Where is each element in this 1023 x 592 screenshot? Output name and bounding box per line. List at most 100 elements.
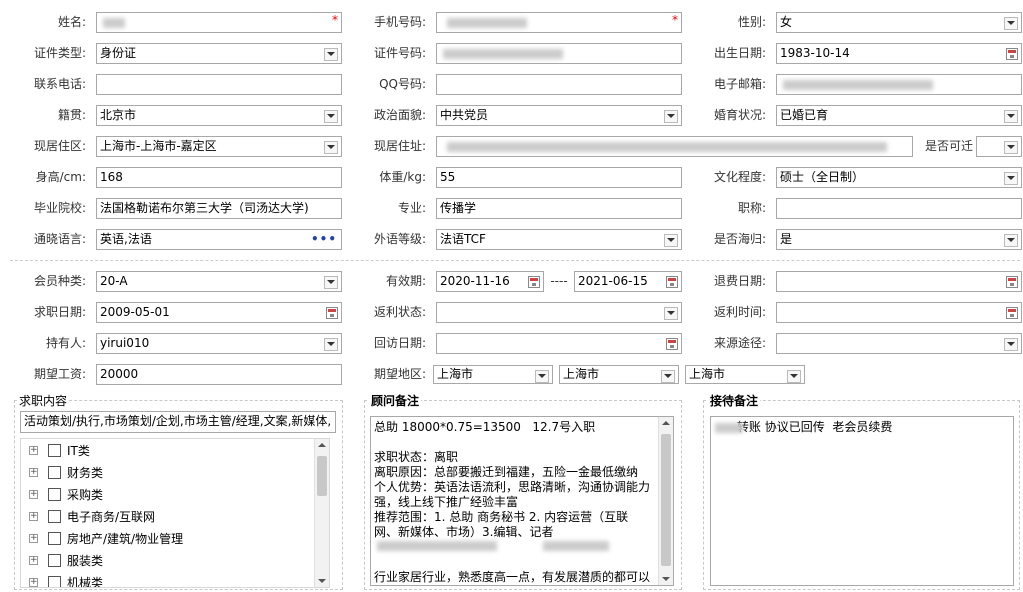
region-province-value: 上海市	[437, 367, 474, 381]
marital-select[interactable]: 已婚已育	[776, 105, 1022, 126]
advisor-notes-scrollbar[interactable]	[658, 417, 673, 585]
region-district-select[interactable]: 上海市	[685, 365, 805, 384]
relocate-select[interactable]	[976, 136, 1022, 157]
chevron-down-icon	[1007, 238, 1015, 242]
valid-to-field[interactable]: 2021-06-15	[574, 271, 682, 292]
birth-date-field[interactable]: 1983-10-14	[776, 43, 1022, 64]
scroll-down-icon[interactable]	[662, 577, 670, 581]
name-field[interactable]: *	[96, 12, 342, 33]
refund-date-field[interactable]	[776, 271, 1022, 292]
scroll-up-icon[interactable]	[662, 421, 670, 425]
expand-icon[interactable]: +	[29, 468, 38, 477]
id-type-value: 身份证	[100, 46, 137, 60]
expand-icon[interactable]: +	[29, 446, 38, 455]
calendar-icon[interactable]	[1006, 48, 1018, 60]
qq-field[interactable]	[436, 74, 682, 95]
category-checkbox[interactable]	[48, 576, 61, 587]
calendar-icon[interactable]	[1006, 307, 1018, 319]
expand-icon[interactable]: +	[29, 490, 38, 499]
category-checkbox[interactable]	[48, 488, 61, 501]
rebate-time-label: 返利时间:	[713, 305, 766, 319]
overseas-select[interactable]: 是	[776, 229, 1022, 250]
gender-select[interactable]: 女	[776, 12, 1022, 33]
chevron-down-icon	[1007, 21, 1015, 25]
tree-item-label: IT类	[67, 444, 90, 458]
job-tree: + IT类 + 财务类 + 采购类 + 电子商务/互联网 + 房地产/建筑/物业管理 + 服装类 + 机械…	[20, 438, 330, 588]
holder-select[interactable]: yirui010	[96, 333, 342, 354]
scroll-thumb[interactable]	[661, 434, 671, 566]
expand-icon[interactable]: +	[29, 556, 38, 565]
expand-icon[interactable]: +	[29, 534, 38, 543]
address-label: 现居住址:	[373, 139, 426, 153]
calendar-icon[interactable]	[1006, 276, 1018, 288]
phone-field[interactable]: *	[436, 12, 682, 33]
weight-field[interactable]: 55	[436, 167, 682, 188]
job-summary-field[interactable]: 活动策划/执行,市场策划/企划,市场主管/经理,文案,新媒体,	[20, 411, 336, 433]
region-province-select[interactable]: 上海市	[433, 365, 553, 384]
rebate-status-select[interactable]	[436, 302, 682, 323]
school-field[interactable]: 法国格勒诺布尔第三大学（司汤达大学)	[96, 198, 342, 219]
category-checkbox[interactable]	[48, 554, 61, 567]
political-select[interactable]: 中共党员	[436, 105, 682, 126]
qq-label: QQ号码:	[379, 77, 426, 91]
gender-value: 女	[780, 15, 793, 29]
valid-from-value: 2020-11-16	[440, 274, 510, 288]
height-value: 168	[100, 170, 123, 184]
major-field[interactable]: 传播学	[436, 198, 682, 219]
calendar-icon[interactable]	[666, 338, 678, 350]
address-field[interactable]	[436, 136, 913, 157]
category-checkbox[interactable]	[48, 466, 61, 479]
job-date-field[interactable]: 2009-05-01	[96, 302, 342, 323]
native-select[interactable]: 北京市	[96, 105, 342, 126]
calendar-icon[interactable]	[326, 307, 338, 319]
advisor-notes-textarea[interactable]: 总助 18000*0.75=13500 12.7号入职 求职状态：离职 离职原因…	[370, 416, 674, 586]
scroll-thumb[interactable]	[317, 456, 327, 496]
salary-field[interactable]: 20000	[96, 364, 342, 385]
rebate-time-field[interactable]	[776, 302, 1022, 323]
redacted-text	[715, 423, 743, 433]
required-mark: *	[332, 13, 338, 27]
chevron-down-icon	[327, 52, 335, 56]
valid-from-field[interactable]: 2020-11-16	[436, 271, 544, 292]
job-date-label: 求职日期:	[33, 305, 86, 319]
id-type-select[interactable]: 身份证	[96, 43, 342, 64]
id-number-field[interactable]	[436, 43, 682, 64]
height-field[interactable]: 168	[96, 167, 342, 188]
languages-field[interactable]: 英语,法语 •••	[96, 229, 342, 250]
category-checkbox[interactable]	[48, 532, 61, 545]
residence-area-select[interactable]: 上海市-上海市-嘉定区	[96, 136, 342, 157]
member-type-select[interactable]: 20-A	[96, 271, 342, 292]
email-field[interactable]	[776, 74, 1022, 95]
title-field[interactable]	[776, 198, 1022, 219]
rebate-status-label: 返利状态:	[373, 305, 426, 319]
region-city-value: 上海市	[563, 367, 600, 381]
chevron-down-icon	[1007, 145, 1015, 149]
job-summary-value: 活动策划/执行,市场策划/企划,市场主管/经理,文案,新媒体,	[24, 414, 332, 428]
lang-level-select[interactable]: 法语TCF	[436, 229, 682, 250]
job-tree-scrollbar[interactable]	[314, 439, 329, 587]
category-checkbox[interactable]	[48, 444, 61, 457]
height-label: 身高/cm:	[35, 170, 86, 184]
chevron-down-icon	[327, 114, 335, 118]
tree-item-label: 房地产/建筑/物业管理	[67, 532, 184, 546]
region-city-select[interactable]: 上海市	[559, 365, 679, 384]
contact-field[interactable]	[96, 74, 342, 95]
education-select[interactable]: 硕士（全日制）	[776, 167, 1022, 188]
reception-notes-textarea[interactable]: 转账 协议已回传 老会员续费	[710, 416, 1014, 586]
calendar-icon[interactable]	[666, 276, 678, 288]
reception-panel-legend: 接待备注	[708, 392, 761, 409]
major-label: 专业:	[397, 201, 426, 215]
visit-date-field[interactable]	[436, 333, 682, 354]
source-select[interactable]	[776, 333, 1022, 354]
expand-icon[interactable]: +	[29, 512, 38, 521]
tree-item-label: 电子商务/互联网	[67, 510, 156, 524]
salary-value: 20000	[100, 367, 139, 381]
calendar-icon[interactable]	[528, 276, 540, 288]
residence-area-label: 现居住区:	[33, 139, 86, 153]
tree-item-label: 采购类	[67, 488, 104, 502]
scroll-down-icon[interactable]	[318, 579, 326, 583]
category-checkbox[interactable]	[48, 510, 61, 523]
scroll-up-icon[interactable]	[318, 443, 326, 447]
expand-icon[interactable]: +	[29, 578, 38, 587]
more-icon[interactable]: •••	[311, 230, 337, 249]
